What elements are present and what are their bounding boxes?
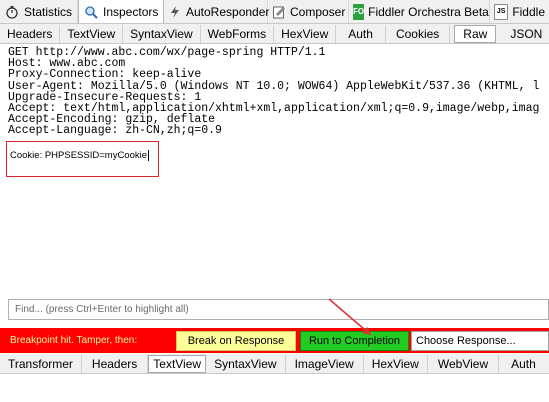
tab-auth[interactable]: Auth bbox=[499, 355, 548, 373]
tab-label: Fiddler Orchestra Beta bbox=[368, 4, 489, 19]
tab-inspectors[interactable]: Inspectors bbox=[78, 0, 164, 23]
tab-webforms[interactable]: WebForms bbox=[201, 24, 275, 43]
tab-autoresponder[interactable]: AutoResponder bbox=[164, 0, 270, 23]
tab-fiddlescript[interactable]: JS Fiddle bbox=[490, 0, 549, 23]
tab-headers[interactable]: Headers bbox=[0, 24, 61, 43]
tab-composer[interactable]: Composer bbox=[268, 0, 349, 23]
tab-webview[interactable]: WebView bbox=[428, 354, 500, 373]
tab-syntaxview[interactable]: SyntaxView bbox=[123, 24, 201, 43]
tab-imageview[interactable]: ImageView bbox=[286, 354, 364, 373]
lightning-icon bbox=[168, 4, 182, 20]
tab-textview[interactable]: TextView bbox=[60, 24, 124, 43]
tab-statistics[interactable]: Statistics bbox=[0, 0, 78, 23]
find-input[interactable]: Find... (press Ctrl+Enter to highlight a… bbox=[8, 299, 549, 320]
tab-auth[interactable]: Auth bbox=[336, 24, 386, 43]
break-on-response-button[interactable]: Break on Response bbox=[176, 331, 296, 351]
tab-hexview[interactable]: HexView bbox=[364, 354, 428, 373]
cookie-line: Cookie: PHPSESSID=myCookie bbox=[10, 150, 150, 162]
choose-response-dropdown[interactable]: Choose Response... bbox=[411, 331, 549, 351]
tab-label: Fiddle bbox=[512, 4, 545, 19]
response-view-tabs: Transformer Headers TextView SyntaxView … bbox=[0, 354, 549, 374]
request-view-tabs: Headers TextView SyntaxView WebForms Hex… bbox=[0, 24, 549, 44]
tab-label: AutoResponder bbox=[186, 4, 270, 19]
stopwatch-icon bbox=[4, 4, 20, 20]
run-to-completion-button[interactable]: Run to Completion bbox=[300, 331, 409, 351]
cookie-line-text: Cookie: PHPSESSID=myCookie bbox=[10, 150, 148, 162]
tab-headers[interactable]: Headers bbox=[82, 354, 149, 373]
fo-icon: FO bbox=[353, 3, 365, 20]
tab-syntaxview[interactable]: SyntaxView bbox=[206, 354, 286, 373]
response-body[interactable] bbox=[0, 374, 549, 402]
tab-raw[interactable]: Raw bbox=[454, 24, 497, 43]
js-icon: JS bbox=[494, 3, 509, 20]
raw-line: Accept-Language: zh-CN,zh;q=0.9 bbox=[8, 124, 222, 138]
pencil-icon bbox=[272, 4, 286, 20]
tab-transformer[interactable]: Transformer bbox=[0, 354, 82, 373]
text-caret bbox=[148, 150, 150, 161]
tab-label: Statistics bbox=[24, 4, 73, 19]
magnifier-icon bbox=[83, 4, 99, 20]
tab-label: Composer bbox=[290, 4, 346, 19]
top-tab-strip: Statistics Inspectors AutoResponder Comp… bbox=[0, 0, 549, 24]
tab-label: Inspectors bbox=[103, 4, 159, 19]
tab-json[interactable]: JSON bbox=[500, 25, 549, 43]
tab-hexview[interactable]: HexView bbox=[274, 24, 337, 43]
breakpoint-label: Breakpoint hit. Tamper, then: bbox=[10, 335, 138, 346]
tab-fiddler-orchestra[interactable]: FO Fiddler Orchestra Beta bbox=[349, 0, 490, 23]
tab-textview[interactable]: TextView bbox=[148, 354, 207, 373]
tab-cookies[interactable]: Cookies bbox=[386, 24, 451, 43]
